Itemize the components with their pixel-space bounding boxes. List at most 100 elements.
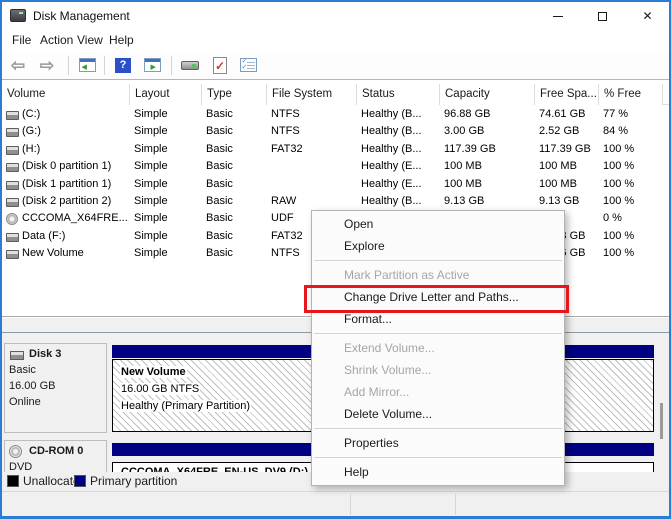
table-cell: 100 % [603,195,635,207]
console-tree-icon[interactable]: ◀ [75,55,99,77]
disk3-label-panel[interactable]: Disk 3 Basic 16.00 GB Online [4,343,107,433]
menubar-item-view[interactable]: View [77,33,103,47]
legend-swatch-primary-partition [74,475,86,487]
table-cell: 77 % [603,108,629,120]
cdrom-icon [9,445,22,458]
check-glyph: ✓ [213,57,227,74]
table-cell: NTFS [271,108,300,120]
table-cell: Simple [134,195,168,207]
menu-item-explore[interactable]: Explore [312,235,564,257]
disk-status: Online [9,396,41,408]
table-cell: Healthy (B... [361,125,422,137]
cdrom-type: DVD [9,461,33,472]
help-icon[interactable]: ? [111,55,135,77]
window-title: Disk Management [33,9,130,23]
table-cell: (Disk 1 partition 1) [22,178,112,190]
title-bar: Disk Management ✕ [2,2,669,30]
table-cell: 9.13 GB [444,195,485,207]
volume-table-header: Volume Layout Type File System Status Capacit… [2,84,669,105]
table-cell: 100 MB [444,160,482,172]
cdrom-name: CD-ROM 0 [29,445,84,457]
drive-icon [6,111,19,120]
app-icon [10,9,26,22]
table-cell: 9.13 GB [539,195,580,207]
column-header-file-system[interactable]: File System [267,84,357,105]
menu-bar: File Action View Help [2,30,669,52]
table-cell: 96.88 GB [444,108,491,120]
console-tree-icon: ◀ [78,58,96,72]
table-cell: (G:) [22,125,41,137]
menu-item-open[interactable]: Open [312,213,564,235]
table-cell: Basic [206,108,233,120]
column-header-volume[interactable]: Volume [2,84,130,105]
menu-separator [314,428,562,429]
red-highlight-box [304,285,569,313]
partition-size: 16.00 GB NTFS [120,383,201,395]
menu-item-shrink-volume: Shrink Volume... [344,363,432,377]
table-cell: Basic [206,143,233,155]
table-cell: 0 % [603,212,622,224]
forward-icon[interactable]: ⇨ [35,55,59,77]
maximize-button[interactable] [580,2,625,30]
minimize-button[interactable] [535,2,580,30]
menubar-item-help[interactable]: Help [109,33,134,47]
column-header-free[interactable]: % Free [599,84,663,105]
action-pane-icon[interactable]: ▶ [140,55,164,77]
table-cell: Data (F:) [22,230,66,242]
arrow-glyph: ▶ [150,64,156,71]
table-cell: CCCOMA_X64FRE... [22,212,128,224]
device-glyph [181,61,199,70]
menu-item-properties[interactable]: Properties [312,432,564,454]
table-row[interactable]: (G:) Simple Basic NTFS Healthy (B... 3.00 GB 2… [2,124,669,141]
table-cell: (Disk 2 partition 2) [22,195,112,207]
refresh-check-icon[interactable]: ✓ [208,55,232,77]
menu-item-help[interactable]: Help [312,461,564,483]
disk-type: Basic [9,364,36,376]
table-cell: Healthy (E... [361,160,422,172]
table-row[interactable]: (H:) Simple Basic FAT32 Healthy (B... 117.39 … [2,142,669,159]
table-row[interactable]: (Disk 1 partition 1) Simple Basic Healthy (… [2,177,669,194]
cdrom0-header: CD-ROM 0 [5,441,106,459]
device-icon[interactable] [178,55,202,77]
drive-icon [6,250,19,259]
table-row[interactable]: (C:) Simple Basic NTFS Healthy (B... 96.88 GB… [2,107,669,124]
statusbar-divider [350,494,351,515]
table-cell: 117.39 GB [539,143,591,155]
table-row[interactable]: (Disk 2 partition 2) Simple Basic RAW Health… [2,194,669,211]
disk-name: Disk 3 [29,348,62,360]
table-cell: Simple [134,143,168,155]
properties-icon[interactable] [236,55,260,77]
scrollbar-thumb[interactable] [660,403,663,439]
table-cell: Simple [134,178,168,190]
menubar-item-file[interactable]: File [12,33,31,47]
menu-item-delete-volume[interactable]: Delete Volume... [312,403,564,425]
column-header-free-spa[interactable]: Free Spa... [535,84,599,105]
table-cell: Basic [206,160,233,172]
menubar-item-action[interactable]: Action [40,33,73,47]
table-cell: (Disk 0 partition 1) [22,160,112,172]
drive-icon [6,128,19,137]
table-row[interactable]: (Disk 0 partition 1) Simple Basic Healthy (… [2,159,669,176]
column-header-capacity[interactable]: Capacity [440,84,535,105]
column-header-layout[interactable]: Layout [130,84,202,105]
toolbar-separator [68,56,69,75]
cdrom0-label-panel[interactable]: CD-ROM 0 DVD [4,440,107,472]
legend-label-primary-partition: Primary partition [90,474,178,488]
table-cell: 74.61 GB [539,108,586,120]
partition-name: New Volume [120,366,187,378]
bottom-pane-scrollbar[interactable] [658,337,665,468]
close-button[interactable]: ✕ [625,2,670,30]
titlebar-stripe [144,59,160,62]
table-cell: Basic [206,195,233,207]
table-cell: 84 % [603,125,629,137]
table-cell: FAT32 [271,143,303,155]
column-header-status[interactable]: Status [357,84,440,105]
table-cell: Healthy (B... [361,108,422,120]
table-cell: Simple [134,108,168,120]
table-cell: Simple [134,212,168,224]
table-cell: 117.39 GB [444,143,496,155]
table-cell: (H:) [22,143,41,155]
statusbar-divider [455,494,456,515]
back-icon[interactable]: ⇦ [6,55,30,77]
column-header-type[interactable]: Type [202,84,267,105]
